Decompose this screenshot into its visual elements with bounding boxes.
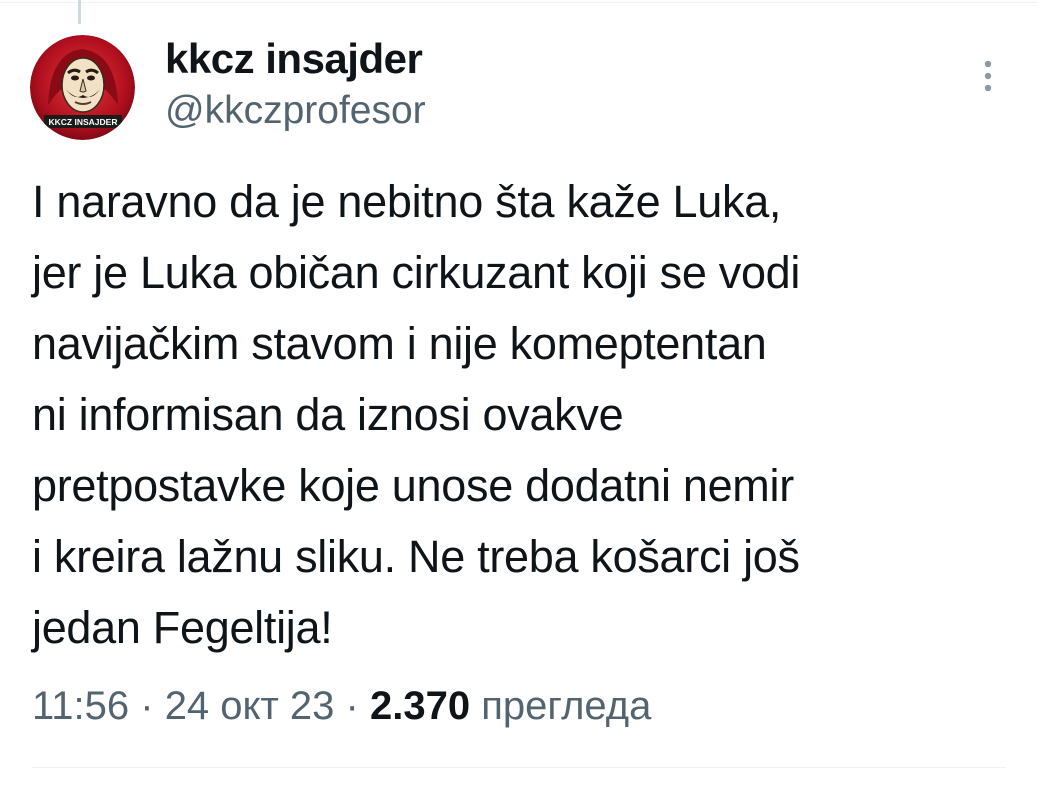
tweet-time[interactable]: 11:56 [32, 684, 129, 728]
thread-connector-line [78, 0, 81, 24]
more-options-button[interactable] [970, 56, 1006, 96]
avatar[interactable]: KKCZ INSAJDER [30, 35, 135, 140]
views-count[interactable]: 2.370 [370, 684, 470, 728]
tweet-text-line: navijačkim stavom i nije komeptentan [32, 318, 767, 369]
meta-separator: · [129, 684, 165, 728]
top-divider [0, 2, 1038, 3]
tweet-text-line: I naravno da je nebitno šta kaže Luka, [32, 176, 782, 227]
tweet-text: I naravno da je nebitno šta kaže Luka, j… [32, 166, 1012, 663]
tweet-text-line: ni informisan da iznosi ovakve [32, 389, 624, 440]
tweet-text-line: jer je Luka običan cirkuzant koji se vod… [32, 247, 801, 298]
views-label[interactable]: прегледа [481, 684, 651, 728]
tweet-metadata: 11:56 · 24 окт 23 · 2.370 прегледа [32, 684, 651, 729]
tweet-text-line: i kreira lažnu sliku. Ne treba košarci j… [32, 531, 800, 582]
bottom-divider [32, 767, 1006, 768]
dali-mask-avatar-icon: KKCZ INSAJDER [30, 35, 135, 140]
avatar-banner-text: KKCZ INSAJDER [49, 117, 118, 127]
author-handle[interactable]: @kkczprofesor [165, 89, 426, 133]
author-display-name[interactable]: kkcz insajder [165, 35, 423, 83]
tweet-text-line: pretpostavke koje unose dodatni nemir [32, 460, 794, 511]
tweet-text-line: jedan Fegeltija! [32, 602, 333, 653]
tweet-date[interactable]: 24 окт 23 [165, 684, 335, 728]
meta-separator: · [334, 684, 370, 728]
more-options-icon [984, 60, 992, 92]
